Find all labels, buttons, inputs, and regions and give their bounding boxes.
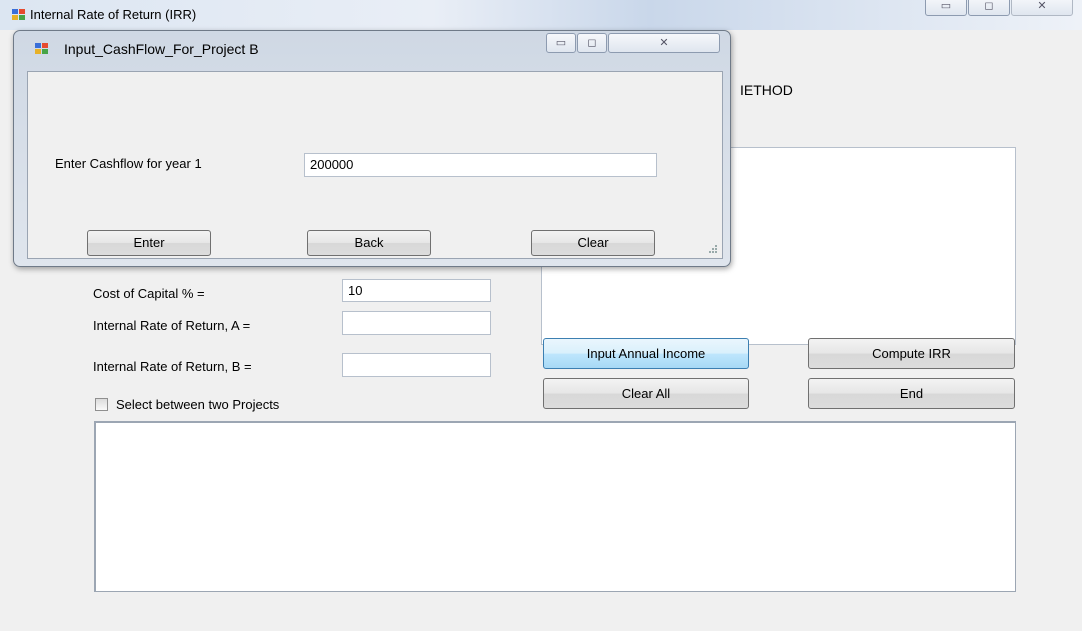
back-button[interactable]: Back (307, 230, 431, 256)
clear-button[interactable]: Clear (531, 230, 655, 256)
dialog-client-area: Enter Cashflow for year 1 200000 Enter B… (27, 71, 723, 259)
irr-b-input[interactable] (342, 353, 491, 377)
cost-of-capital-input[interactable]: 10 (342, 279, 491, 302)
clear-all-button[interactable]: Clear All (543, 378, 749, 409)
input-annual-income-button[interactable]: Input Annual Income (543, 338, 749, 369)
enter-button[interactable]: Enter (87, 230, 211, 256)
select-projects-checkbox[interactable] (95, 398, 108, 411)
compute-irr-button[interactable]: Compute IRR (808, 338, 1015, 369)
select-projects-label: Select between two Projects (116, 397, 280, 412)
cost-of-capital-label: Cost of Capital % = (93, 286, 205, 301)
cashflow-input[interactable]: 200000 (304, 153, 657, 177)
close-icon[interactable]: ✕ (608, 33, 720, 53)
dialog-title: Input_CashFlow_For_Project B (64, 41, 259, 57)
method-heading: IETHOD (740, 82, 793, 98)
cashflow-prompt-label: Enter Cashflow for year 1 (55, 156, 202, 171)
maximize-icon[interactable]: ◻ (968, 0, 1010, 16)
lower-output-listbox[interactable] (94, 421, 1016, 592)
main-window-title: Internal Rate of Return (IRR) (30, 7, 197, 22)
minimize-icon[interactable]: ▭ (546, 33, 576, 53)
irr-b-label: Internal Rate of Return, B = (93, 359, 252, 374)
maximize-icon[interactable]: ◻ (577, 33, 607, 53)
main-titlebar[interactable]: Internal Rate of Return (IRR) ▭ ◻ ✕ (0, 0, 1082, 30)
resize-grip-icon[interactable] (708, 244, 718, 254)
end-button[interactable]: End (808, 378, 1015, 409)
irr-a-input[interactable] (342, 311, 491, 335)
irr-a-label: Internal Rate of Return, A = (93, 318, 251, 333)
close-icon[interactable]: ✕ (1011, 0, 1073, 16)
cashflow-dialog: Input_CashFlow_For_Project B ▭ ◻ ✕ Enter… (13, 30, 731, 267)
app-icon (12, 9, 26, 21)
minimize-icon[interactable]: ▭ (925, 0, 967, 16)
app-icon (35, 43, 49, 55)
